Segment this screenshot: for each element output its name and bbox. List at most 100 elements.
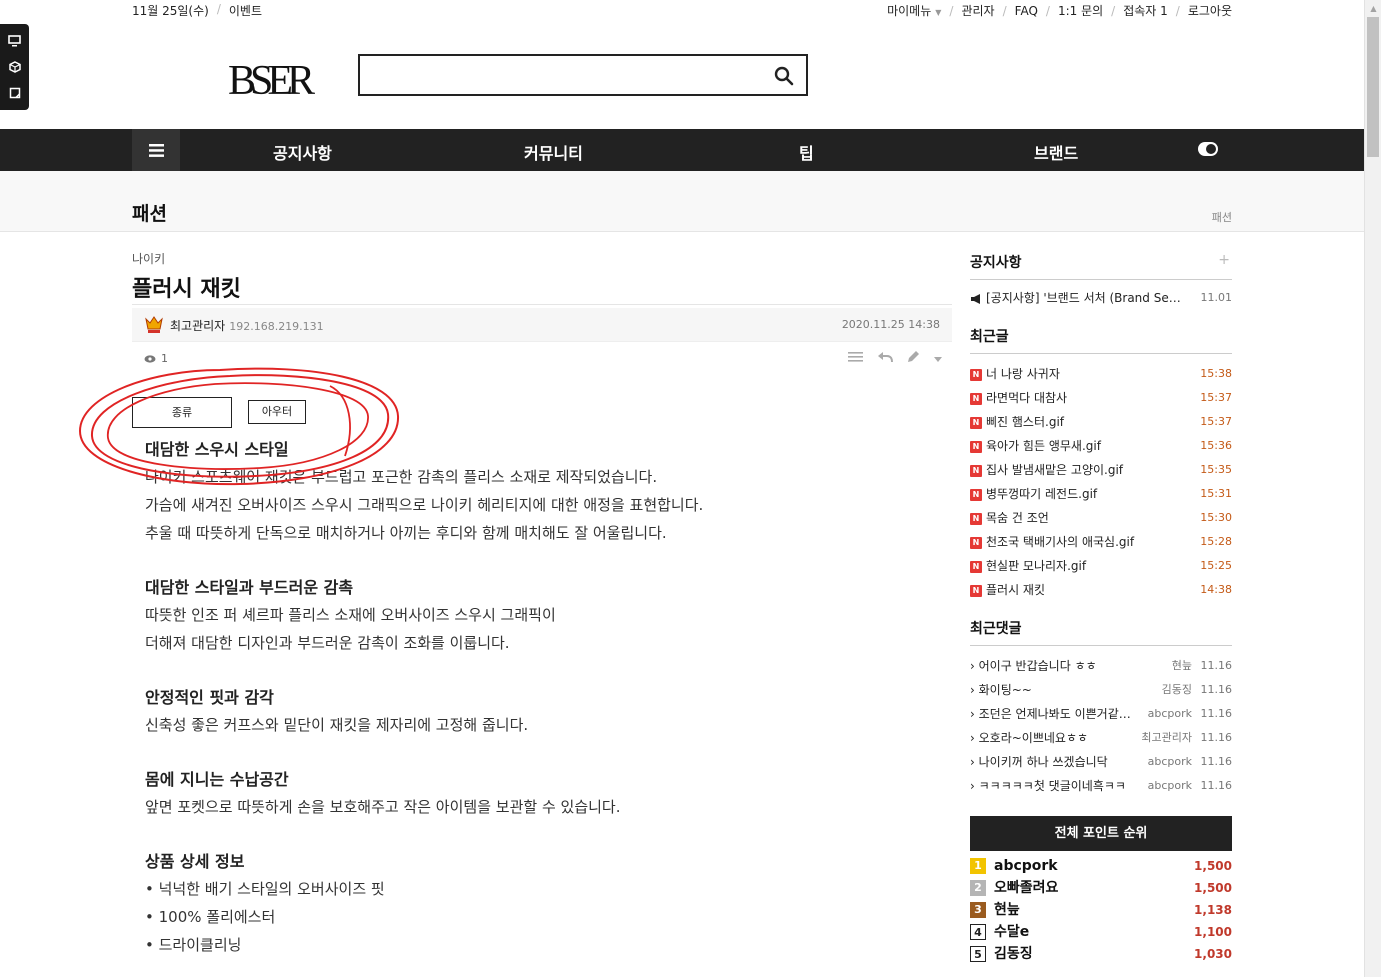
new-badge-icon: N [970, 440, 982, 453]
recent-post-item[interactable]: N 병뚜껑따기 레전드.gif 15:31 [970, 482, 1232, 506]
caret-down-icon: ▼ [935, 8, 942, 17]
faq-link[interactable]: FAQ [1015, 4, 1038, 18]
main-nav: 공지사항 커뮤니티 팁 브랜드 [0, 129, 1364, 171]
list-icon[interactable] [848, 351, 863, 366]
hamburger-icon [148, 143, 164, 157]
quick-toolbar [0, 24, 29, 110]
ranking-row[interactable]: 5 김동징 1,030 [970, 943, 1232, 965]
recent-post-item[interactable]: N 집사 발냄새맡은 고양이.gif 15:35 [970, 458, 1232, 482]
new-badge-icon: N [970, 512, 982, 525]
article-stat-row: 1 [132, 342, 952, 376]
recent-post-item[interactable]: N 삐진 햄스터.gif 15:37 [970, 410, 1232, 434]
eye-icon [144, 354, 156, 363]
top-utility-bar: 11월 25일(수) / 이벤트 마이메뉴 ▼ / 관리자 / FAQ / 1:1… [132, 2, 1232, 19]
view-count: 1 [144, 352, 168, 365]
edit-icon[interactable] [907, 350, 920, 366]
author-name[interactable]: 최고관리자 192.168.219.131 [170, 317, 324, 334]
recent-comment-item[interactable]: › 나이키꺼 하나 쓰겠습니닥 abcpork 11.16 [970, 750, 1232, 774]
more-plus-icon[interactable]: + [1218, 252, 1230, 268]
rank-number: 4 [970, 924, 986, 940]
new-badge-icon: N [970, 584, 982, 597]
recent-post-item[interactable]: N너 나랑 사귀자 15:38 [970, 362, 1232, 386]
article: 나이키 플러시 재킷 최고관리자 192.168.219.131 2020.11.… [132, 250, 952, 954]
article-title: 플러시 재킷 [132, 271, 952, 305]
section-fit: 안정적인 핏과 감각 신축성 좋은 커프스와 밑단이 재킷을 제자리에 고정해 … [145, 688, 529, 734]
rank-number: 2 [970, 880, 986, 896]
search-bar [358, 54, 808, 96]
sidebar: 공지사항 + [공지사항] '브랜드 서처 (Brand Se… 11.01 최… [970, 250, 1232, 965]
ranking-row[interactable]: 4 수달e 1,100 [970, 921, 1232, 943]
theme-toggle[interactable] [1198, 142, 1218, 156]
nav-brand[interactable]: 브랜드 [1034, 140, 1078, 164]
recent-post-item[interactable]: N 플러시 재킷 14:38 [970, 578, 1232, 602]
new-badge-icon: N [970, 392, 982, 405]
recent-comment-item[interactable]: › 오호라~이쁘네요ㅎㅎ 최고관리자 11.16 [970, 726, 1232, 750]
page-title: 패션 [132, 203, 167, 225]
logout-link[interactable]: 로그아웃 [1188, 2, 1232, 19]
new-badge-icon: N [970, 368, 982, 381]
breadcrumb[interactable]: 패션 [1212, 209, 1232, 225]
recent-comment-item[interactable]: › 어이구 반갑습니다 ㅎㅎ 현늪 11.16 [970, 654, 1232, 678]
article-tools [848, 350, 942, 366]
new-badge-icon: N [970, 464, 982, 477]
ranking-row[interactable]: 1 abcpork 1,500 [970, 855, 1232, 877]
recent-post-item[interactable]: N 육아가 힘든 앵무새.gif 15:36 [970, 434, 1232, 458]
new-badge-icon: N [970, 416, 982, 429]
recent-post-item[interactable]: N 라면먹다 대참사 15:37 [970, 386, 1232, 410]
scroll-thumb[interactable] [1367, 17, 1379, 157]
admin-badge-icon [144, 316, 164, 337]
new-badge-icon: N [970, 536, 982, 549]
recent-posts-title: 최근글 [970, 324, 1232, 354]
tag-list: 종류 아우터 [132, 397, 306, 428]
section-storage: 몸에 지니는 수납공간 앞면 포켓으로 따뜻하게 손을 보호해주고 작은 아이템… [145, 770, 621, 816]
rank-number: 5 [970, 946, 986, 962]
page-scrollbar[interactable]: ▲ [1364, 0, 1381, 977]
tag-type[interactable]: 종류 [132, 397, 232, 428]
megaphone-icon [971, 293, 980, 304]
search-input[interactable] [360, 56, 760, 94]
admin-link[interactable]: 관리자 [961, 2, 994, 19]
hamburger-menu-button[interactable] [132, 129, 180, 171]
new-badge-icon: N [970, 560, 982, 573]
reply-icon[interactable] [877, 351, 893, 366]
site-logo[interactable]: BSER [228, 54, 321, 104]
article-category[interactable]: 나이키 [132, 250, 952, 267]
section-details: 상품 상세 정보 • 넉넉한 배기 스타일의 오버사이즈 핏 • 100% 폴리… [145, 852, 385, 954]
notice-widget-title: 공지사항 + [970, 250, 1232, 280]
recent-comments-title: 최근댓글 [970, 616, 1232, 646]
inquiry-link[interactable]: 1:1 문의 [1058, 2, 1103, 19]
rank-number: 3 [970, 902, 986, 918]
tag-outer[interactable]: 아우터 [248, 400, 306, 424]
event-link[interactable]: 이벤트 [229, 2, 262, 19]
recent-post-item[interactable]: N 목숨 건 조언 15:30 [970, 506, 1232, 530]
recent-comment-item[interactable]: › 화이팅~~ 김동징 11.16 [970, 678, 1232, 702]
note-icon[interactable] [9, 87, 21, 99]
article-body: 대담한 스우시 스타일 나이키 스포츠웨어 재킷은 부드럽고 포근한 감촉의 플… [145, 437, 945, 959]
recent-comment-item[interactable]: › ㅋㅋㅋㅋㅋ첫 댓글이네흑ㅋㅋ abcpork 11.16 [970, 774, 1232, 798]
recent-post-item[interactable]: N 천조국 택배기사의 애국심.gif 15:28 [970, 530, 1232, 554]
notice-item[interactable]: [공지사항] '브랜드 서처 (Brand Se… 11.01 [970, 286, 1232, 310]
ranking-row[interactable]: 3 현늪 1,138 [970, 899, 1232, 921]
search-icon[interactable] [774, 66, 794, 89]
nav-notice[interactable]: 공지사항 [273, 140, 332, 164]
logo-text: BSER [228, 58, 315, 98]
ranking-row[interactable]: 2 오빠졸려요 1,500 [970, 877, 1232, 899]
cube-icon[interactable] [8, 61, 21, 73]
section-texture: 대담한 스타일과 부드러운 감촉 따뜻한 인조 퍼 셰르파 플리스 소재에 오버… [145, 578, 556, 652]
visitors-link[interactable]: 접속자 1 [1123, 2, 1168, 19]
rank-number: 1 [970, 858, 986, 874]
more-caret-icon[interactable] [934, 351, 942, 365]
scroll-up-icon[interactable]: ▲ [1365, 0, 1381, 17]
section-swoosh: 대담한 스우시 스타일 나이키 스포츠웨어 재킷은 부드럽고 포근한 감촉의 플… [145, 440, 704, 542]
point-ranking-title[interactable]: 전체 포인트 순위 [970, 816, 1232, 851]
nav-community[interactable]: 커뮤니티 [524, 140, 583, 164]
current-date: 11월 25일(수) [132, 4, 209, 18]
author-ip: 192.168.219.131 [229, 320, 324, 333]
nav-tips[interactable]: 팁 [799, 140, 814, 164]
recent-comment-item[interactable]: › 조던은 언제나봐도 이쁜거같… abcpork 11.16 [970, 702, 1232, 726]
my-menu-link[interactable]: 마이메뉴 ▼ [887, 2, 941, 19]
page-header: 패션 패션 [0, 171, 1364, 232]
article-meta: 최고관리자 192.168.219.131 2020.11.25 14:38 [132, 308, 952, 342]
recent-post-item[interactable]: N 현실판 모나리자.gif 15:25 [970, 554, 1232, 578]
monitor-icon[interactable] [8, 35, 21, 47]
